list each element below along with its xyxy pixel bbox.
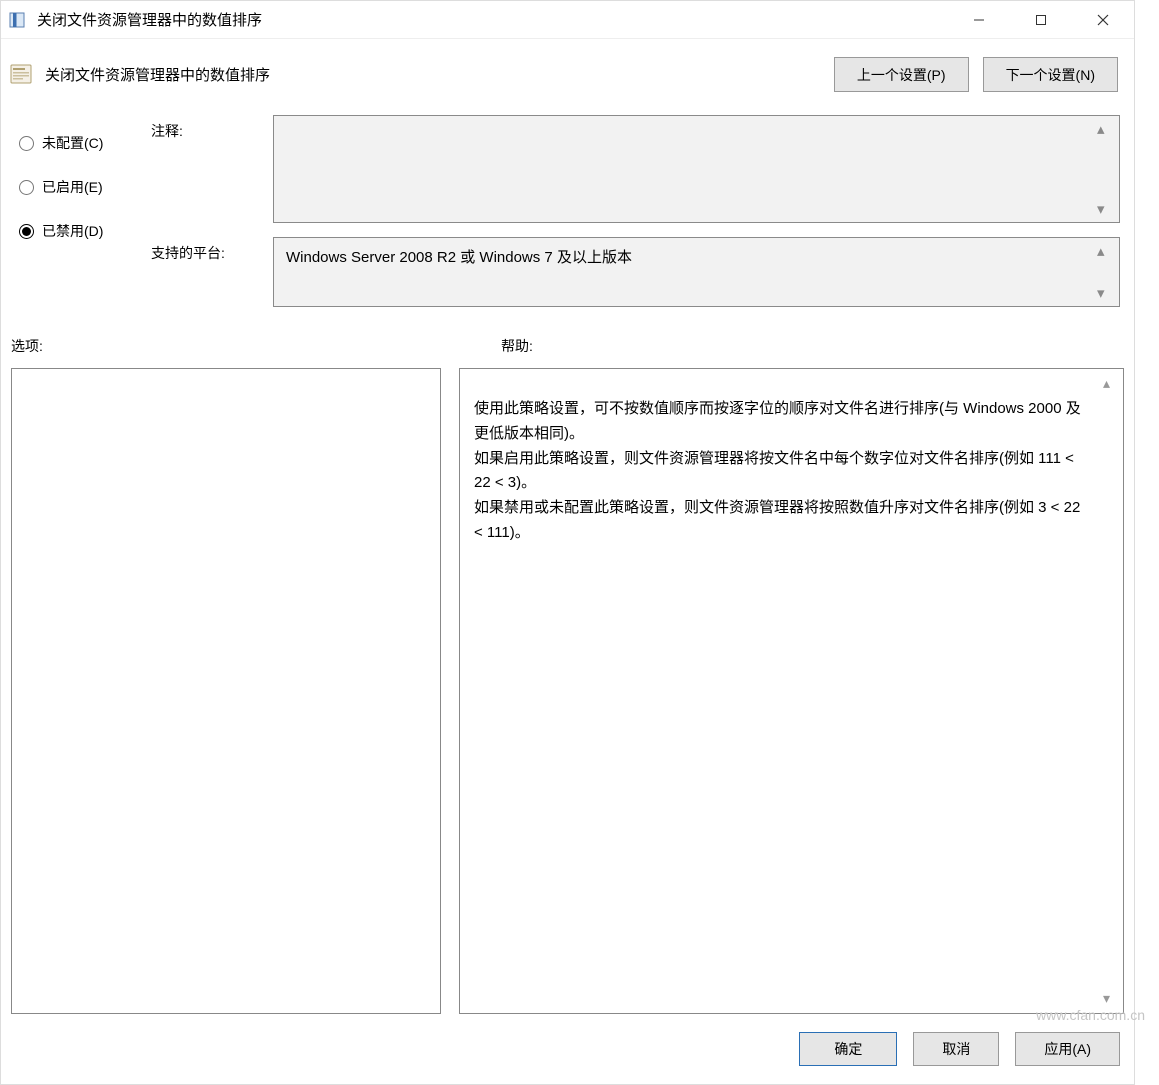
help-text: 使用此策略设置，可不按数值顺序而按逐字位的顺序对文件名进行排序(与 Window… (460, 369, 1103, 1013)
radio-not-configured-label: 未配置(C) (42, 133, 103, 153)
window-controls (948, 2, 1134, 38)
ok-button[interactable]: 确定 (799, 1032, 897, 1066)
footer-buttons: 确定 取消 应用(A) (1, 1014, 1134, 1084)
supported-label: 支持的平台: (151, 237, 261, 307)
radio-disabled-input[interactable] (19, 224, 34, 239)
panes-row: 使用此策略设置，可不按数值顺序而按逐字位的顺序对文件名进行排序(与 Window… (1, 368, 1134, 1014)
state-radios: 未配置(C) 已启用(E) 已禁用(D) (11, 115, 151, 307)
apply-button[interactable]: 应用(A) (1015, 1032, 1120, 1066)
radio-not-configured[interactable]: 未配置(C) (11, 123, 151, 167)
scrollbar[interactable]: ▴ ▾ (1097, 242, 1115, 302)
scroll-down-icon[interactable]: ▾ (1097, 200, 1115, 218)
cancel-button[interactable]: 取消 (913, 1032, 999, 1066)
scroll-up-icon[interactable]: ▴ (1097, 120, 1115, 138)
radio-enabled-input[interactable] (19, 180, 34, 195)
radio-disabled-label: 已禁用(D) (42, 221, 103, 241)
radio-enabled[interactable]: 已启用(E) (11, 167, 151, 211)
policy-icon (9, 62, 35, 88)
help-label: 帮助: (501, 336, 533, 356)
policy-heading: 关闭文件资源管理器中的数值排序 (45, 64, 834, 85)
radio-disabled[interactable]: 已禁用(D) (11, 211, 151, 255)
nav-buttons: 上一个设置(P) 下一个设置(N) (834, 57, 1118, 92)
pane-labels: 选项: 帮助: (1, 308, 1134, 368)
comment-textarea[interactable]: ▴ ▾ (273, 115, 1120, 223)
help-pane: 使用此策略设置，可不按数值顺序而按逐字位的顺序对文件名进行排序(与 Window… (459, 368, 1124, 1014)
minimize-button[interactable] (948, 2, 1010, 38)
close-button[interactable] (1072, 2, 1134, 38)
radio-enabled-label: 已启用(E) (42, 177, 103, 197)
scroll-up-icon[interactable]: ▴ (1097, 242, 1115, 260)
options-label: 选项: (11, 336, 441, 356)
upper-section: 未配置(C) 已启用(E) 已禁用(D) 注释: ▴ ▾ (1, 109, 1134, 308)
supported-value: Windows Server 2008 R2 或 Windows 7 及以上版本 (286, 246, 632, 267)
app-icon (7, 10, 27, 30)
help-scrollbar[interactable]: ▴ ▾ (1103, 369, 1123, 1013)
supported-box: Windows Server 2008 R2 或 Windows 7 及以上版本… (273, 237, 1120, 307)
options-pane (11, 368, 441, 1014)
scrollbar[interactable]: ▴ ▾ (1097, 120, 1115, 218)
scroll-down-icon[interactable]: ▾ (1103, 990, 1123, 1007)
policy-editor-window: 关闭文件资源管理器中的数值排序 (0, 0, 1135, 1085)
fields: 注释: ▴ ▾ 支持的平台: Windows Server 2008 R2 或 … (151, 115, 1124, 307)
radio-not-configured-input[interactable] (19, 136, 34, 151)
window-title: 关闭文件资源管理器中的数值排序 (37, 9, 948, 30)
next-setting-button[interactable]: 下一个设置(N) (983, 57, 1118, 92)
comment-label: 注释: (151, 115, 261, 223)
watermark-text: www.cfan.com.cn (1036, 1007, 1145, 1023)
maximize-button[interactable] (1010, 2, 1072, 38)
scroll-down-icon[interactable]: ▾ (1097, 284, 1115, 302)
titlebar[interactable]: 关闭文件资源管理器中的数值排序 (1, 1, 1134, 39)
previous-setting-button[interactable]: 上一个设置(P) (834, 57, 969, 92)
content-area: 关闭文件资源管理器中的数值排序 上一个设置(P) 下一个设置(N) 未配置(C)… (1, 39, 1134, 1084)
header-row: 关闭文件资源管理器中的数值排序 上一个设置(P) 下一个设置(N) (1, 39, 1134, 109)
scroll-up-icon[interactable]: ▴ (1103, 375, 1123, 392)
